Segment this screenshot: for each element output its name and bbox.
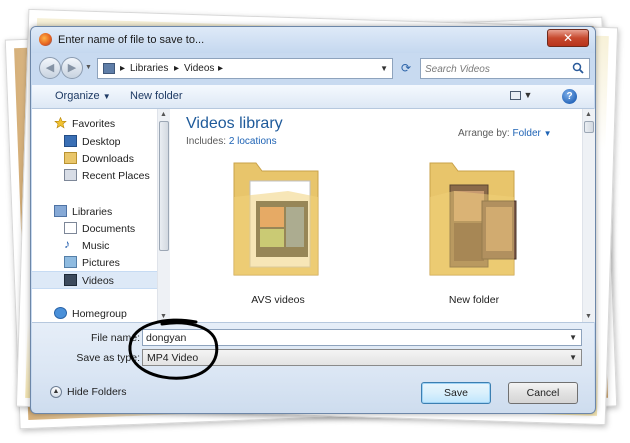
scroll-up-icon[interactable]: ▲ — [160, 111, 167, 118]
folder-name: AVS videos — [251, 294, 305, 306]
save-dialog: Enter name of file to save to... ✕ ◀ ▶ ▼… — [30, 26, 596, 414]
breadcrumb-separator-icon: ▸ — [174, 63, 180, 74]
breadcrumb-separator-icon: ▸ — [218, 63, 224, 74]
libraries-icon — [54, 205, 67, 217]
nav-label: Music — [82, 240, 110, 252]
content-area: Favorites Desktop Downloads Recent Place… — [32, 109, 595, 322]
folder-icon — [429, 162, 517, 276]
arrange-label: Arrange by: — [458, 128, 510, 139]
back-arrow-icon: ◀ — [45, 62, 55, 74]
nav-label: Pictures — [82, 257, 120, 269]
navigation-pane: Favorites Desktop Downloads Recent Place… — [32, 109, 157, 322]
includes-locations-link[interactable]: 2 locations — [229, 136, 277, 147]
search-icon[interactable] — [572, 62, 584, 74]
file-list-pane: Videos library Includes: 2 locations Arr… — [172, 109, 572, 322]
nav-item-documents[interactable]: Documents — [32, 220, 157, 238]
scroll-down-icon[interactable]: ▼ — [585, 313, 592, 320]
nav-item-desktop[interactable]: Desktop — [32, 133, 157, 151]
forward-arrow-icon: ▶ — [67, 62, 77, 74]
folder-name: New folder — [448, 294, 500, 306]
nav-label: Downloads — [82, 153, 134, 165]
save-form: File name: ▼ Save as type: MP4 Video ▼ — [32, 322, 594, 372]
nav-item-pictures[interactable]: Pictures — [32, 254, 157, 272]
arrange-by-dropdown[interactable]: Folder ▼ — [512, 128, 551, 139]
dialog-footer: ▲ Hide Folders Save Cancel — [32, 372, 594, 413]
navigation-bar: ◀ ▶ ▼ ▸ Libraries ▸ Videos ▸ ▼ ⟳ — [31, 53, 595, 83]
title-bar: Enter name of file to save to... ✕ — [31, 27, 595, 53]
homegroup-icon — [54, 307, 67, 319]
chevron-down-icon[interactable]: ▼ — [569, 333, 577, 342]
documents-icon — [64, 222, 77, 234]
folder-icon — [233, 162, 319, 276]
scroll-up-icon[interactable]: ▲ — [585, 111, 592, 118]
scrollbar-thumb[interactable] — [159, 121, 169, 251]
organize-label: Organize — [55, 90, 100, 102]
command-toolbar: Organize ▼ New folder ▼ ? — [32, 85, 594, 109]
folder-item-new-folder[interactable]: New folder — [414, 157, 534, 317]
view-options-button[interactable]: ▼ — [510, 90, 540, 104]
save-button[interactable]: Save — [421, 382, 491, 404]
chevron-down-icon: ▼ — [523, 90, 533, 100]
help-icon: ? — [566, 91, 573, 102]
new-folder-button[interactable]: New folder — [130, 90, 183, 102]
address-dropdown-icon[interactable]: ▼ — [380, 64, 388, 73]
includes-label: Includes: — [186, 136, 227, 147]
scrollbar-thumb[interactable] — [584, 121, 594, 133]
library-icon — [103, 63, 115, 74]
folder-item-avs-videos[interactable]: AVS videos — [218, 157, 338, 317]
nav-label: Recent Places — [82, 170, 150, 182]
recent-places-icon — [64, 169, 77, 181]
cancel-button[interactable]: Cancel — [508, 382, 578, 404]
chevron-down-icon: ▼ — [102, 92, 111, 101]
search-box — [420, 58, 590, 79]
refresh-button[interactable]: ⟳ — [395, 58, 417, 79]
nav-label: Libraries — [72, 206, 113, 218]
forward-button[interactable]: ▶ — [61, 57, 83, 79]
library-title: Videos library — [186, 115, 283, 132]
breadcrumb-separator-icon: ▸ — [120, 63, 126, 74]
desktop-icon — [64, 135, 77, 147]
window-title: Enter name of file to save to... — [58, 34, 205, 46]
annotation-circle — [128, 318, 219, 380]
organize-button[interactable]: Organize ▼ — [55, 90, 111, 102]
close-button[interactable]: ✕ — [547, 29, 589, 47]
nav-item-videos[interactable]: Videos — [32, 271, 157, 289]
videos-icon — [64, 274, 77, 286]
arrange-by: Arrange by: Folder ▼ — [458, 128, 552, 139]
nav-label: Documents — [82, 223, 136, 235]
address-bar[interactable]: ▸ Libraries ▸ Videos ▸ ▼ — [97, 58, 393, 79]
breadcrumb-libraries[interactable]: Libraries — [130, 63, 168, 74]
hide-folders-button[interactable]: ▲ Hide Folders — [50, 386, 127, 399]
nav-item-recent-places[interactable]: Recent Places — [32, 167, 157, 185]
close-icon: ✕ — [562, 31, 574, 45]
hide-folders-label: Hide Folders — [67, 386, 127, 398]
help-button[interactable]: ? — [562, 89, 577, 104]
music-note-icon: ♪ — [64, 237, 70, 251]
nav-label: Favorites — [72, 118, 116, 130]
nav-label: Videos — [82, 275, 114, 287]
nav-item-downloads[interactable]: Downloads — [32, 150, 157, 168]
chevron-down-icon[interactable]: ▼ — [569, 353, 577, 362]
back-button[interactable]: ◀ — [39, 57, 61, 79]
star-icon — [54, 117, 67, 129]
nav-label: Desktop — [82, 136, 121, 148]
pictures-icon — [64, 256, 77, 268]
library-includes: Includes: 2 locations — [186, 136, 277, 147]
chevron-up-icon: ▲ — [50, 386, 62, 399]
view-icon — [510, 91, 521, 101]
breadcrumb-videos[interactable]: Videos — [184, 63, 214, 74]
downloads-folder-icon — [64, 152, 77, 164]
search-input[interactable] — [425, 62, 565, 76]
nav-item-favorites[interactable]: Favorites — [32, 115, 157, 133]
nav-item-music[interactable]: ♪ Music — [32, 237, 157, 255]
navigation-scrollbar[interactable]: ▲ ▼ — [157, 109, 170, 322]
history-dropdown-icon[interactable]: ▼ — [85, 64, 92, 71]
arrange-value: Folder — [512, 128, 541, 139]
firefox-icon — [39, 33, 52, 46]
chevron-down-icon: ▼ — [543, 129, 552, 138]
nav-item-libraries[interactable]: Libraries — [32, 203, 157, 221]
file-list-scrollbar[interactable]: ▲ ▼ — [582, 109, 595, 322]
refresh-icon: ⟳ — [400, 61, 412, 75]
nav-label: Homegroup — [72, 308, 127, 320]
